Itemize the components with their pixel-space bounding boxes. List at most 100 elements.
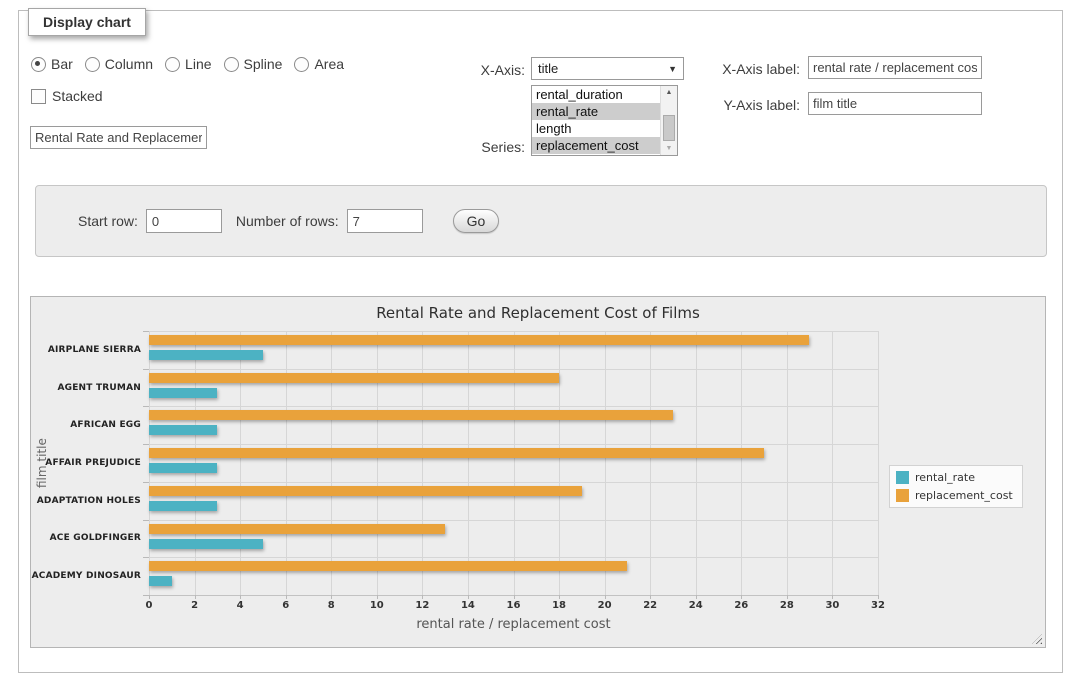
x-axis-tick bbox=[514, 595, 515, 599]
radio-column[interactable]: Column bbox=[85, 56, 153, 72]
series-option-replacement-cost[interactable]: replacement_cost bbox=[532, 137, 677, 154]
bar-rental_rate bbox=[149, 501, 217, 511]
start-row-input[interactable] bbox=[146, 209, 222, 233]
series-option-rental-rate[interactable]: rental_rate bbox=[532, 103, 677, 120]
bar-rental_rate bbox=[149, 576, 172, 586]
gridline-horizontal bbox=[149, 557, 878, 558]
x-axis-tick-label: 6 bbox=[282, 600, 289, 611]
x-axis-select[interactable]: title ▼ bbox=[531, 57, 684, 80]
category-label: AIRPLANE SIERRA bbox=[31, 345, 141, 355]
legend-item-rental-rate[interactable]: rental_rate bbox=[896, 471, 1013, 484]
gridline-vertical bbox=[696, 331, 697, 595]
radio-line[interactable]: Line bbox=[165, 56, 211, 72]
series-scrollbar[interactable]: ▲ ▼ bbox=[660, 86, 677, 155]
go-button[interactable]: Go bbox=[453, 209, 500, 233]
x-axis-tick-label: 10 bbox=[370, 600, 384, 611]
radio-area[interactable]: Area bbox=[294, 56, 344, 72]
gridline-vertical bbox=[878, 331, 879, 595]
radio-spline-label: Spline bbox=[244, 56, 283, 72]
scroll-down-icon[interactable]: ▼ bbox=[661, 142, 677, 155]
x-axis-tick bbox=[240, 595, 241, 599]
x-axis-tick bbox=[787, 595, 788, 599]
x-axis-select-label: X-Axis: bbox=[445, 62, 525, 78]
x-axis-tick-label: 2 bbox=[191, 600, 198, 611]
category-label: ADAPTATION HOLES bbox=[31, 496, 141, 506]
series-option-length[interactable]: length bbox=[532, 120, 677, 137]
bar-replacement_cost bbox=[149, 486, 582, 496]
stacked-checkbox[interactable] bbox=[31, 89, 46, 104]
x-axis-label-input[interactable] bbox=[808, 56, 982, 79]
page: Display chart Bar Column Line Spline Are… bbox=[0, 0, 1081, 681]
y-axis-tick bbox=[143, 482, 149, 483]
x-axis-tick bbox=[422, 595, 423, 599]
x-axis-tick bbox=[468, 595, 469, 599]
x-axis-tick bbox=[696, 595, 697, 599]
chart-title-input[interactable] bbox=[30, 126, 207, 149]
x-axis-tick bbox=[195, 595, 196, 599]
radio-area-label: Area bbox=[314, 56, 344, 72]
radio-spline[interactable]: Spline bbox=[224, 56, 283, 72]
radio-column-control[interactable] bbox=[85, 57, 100, 72]
gridline-vertical bbox=[650, 331, 651, 595]
bar-replacement_cost bbox=[149, 561, 627, 571]
y-axis-label-input[interactable] bbox=[808, 92, 982, 115]
chart-type-radio-group: Bar Column Line Spline Area bbox=[31, 56, 356, 72]
x-axis-tick-label: 18 bbox=[552, 600, 566, 611]
gridline-vertical bbox=[240, 331, 241, 595]
scroll-up-icon[interactable]: ▲ bbox=[661, 86, 677, 99]
chart-legend: rental_rate replacement_cost bbox=[889, 465, 1023, 508]
series-select-label: Series: bbox=[445, 139, 525, 155]
legend-swatch-replacement-cost bbox=[896, 489, 909, 502]
gridline-vertical bbox=[832, 331, 833, 595]
plot-area bbox=[149, 331, 878, 595]
radio-line-label: Line bbox=[185, 56, 211, 72]
gridline-horizontal bbox=[149, 444, 878, 445]
legend-label-rental-rate: rental_rate bbox=[915, 471, 975, 484]
x-axis-tick bbox=[605, 595, 606, 599]
y-axis-tick bbox=[143, 557, 149, 558]
radio-bar-control[interactable] bbox=[31, 57, 46, 72]
gridline-horizontal bbox=[149, 369, 878, 370]
x-axis-tick-label: 12 bbox=[415, 600, 429, 611]
x-axis-tick-label: 4 bbox=[237, 600, 244, 611]
category-label: AFFAIR PREJUDICE bbox=[31, 458, 141, 468]
category-label: AGENT TRUMAN bbox=[31, 383, 141, 393]
x-axis-tick bbox=[377, 595, 378, 599]
stacked-label: Stacked bbox=[52, 88, 103, 104]
legend-swatch-rental-rate bbox=[896, 471, 909, 484]
stacked-option[interactable]: Stacked bbox=[31, 88, 103, 104]
x-axis-tick-label: 0 bbox=[146, 600, 153, 611]
x-axis-tick-label: 24 bbox=[689, 600, 703, 611]
bar-replacement_cost bbox=[149, 335, 809, 345]
x-axis-label-field-label: X-Axis label: bbox=[700, 61, 800, 77]
radio-bar-label: Bar bbox=[51, 56, 73, 72]
category-label: AFRICAN EGG bbox=[31, 420, 141, 430]
y-axis-tick bbox=[143, 369, 149, 370]
radio-bar[interactable]: Bar bbox=[31, 56, 73, 72]
radio-line-control[interactable] bbox=[165, 57, 180, 72]
radio-spline-control[interactable] bbox=[224, 57, 239, 72]
bar-rental_rate bbox=[149, 425, 217, 435]
scrollbar-thumb[interactable] bbox=[663, 115, 675, 141]
fieldset-legend: Display chart bbox=[28, 8, 146, 36]
y-axis-tick bbox=[143, 444, 149, 445]
legend-item-replacement-cost[interactable]: replacement_cost bbox=[896, 489, 1013, 502]
series-multiselect[interactable]: rental_duration rental_rate length repla… bbox=[531, 85, 678, 156]
num-rows-input[interactable] bbox=[347, 209, 423, 233]
x-axis-tick-label: 8 bbox=[328, 600, 335, 611]
x-axis-tick bbox=[741, 595, 742, 599]
radio-column-label: Column bbox=[105, 56, 153, 72]
x-axis-tick-label: 16 bbox=[507, 600, 521, 611]
x-axis-tick-label: 20 bbox=[598, 600, 612, 611]
gridline-vertical bbox=[331, 331, 332, 595]
series-option-rental-duration[interactable]: rental_duration bbox=[532, 86, 677, 103]
gridline-vertical bbox=[514, 331, 515, 595]
bar-replacement_cost bbox=[149, 524, 445, 534]
gridline-horizontal bbox=[149, 406, 878, 407]
gridline-vertical bbox=[377, 331, 378, 595]
radio-area-control[interactable] bbox=[294, 57, 309, 72]
gridline-vertical bbox=[787, 331, 788, 595]
gridline-vertical bbox=[286, 331, 287, 595]
resize-grip-icon[interactable] bbox=[1032, 634, 1042, 644]
x-axis-tick-label: 26 bbox=[734, 600, 748, 611]
